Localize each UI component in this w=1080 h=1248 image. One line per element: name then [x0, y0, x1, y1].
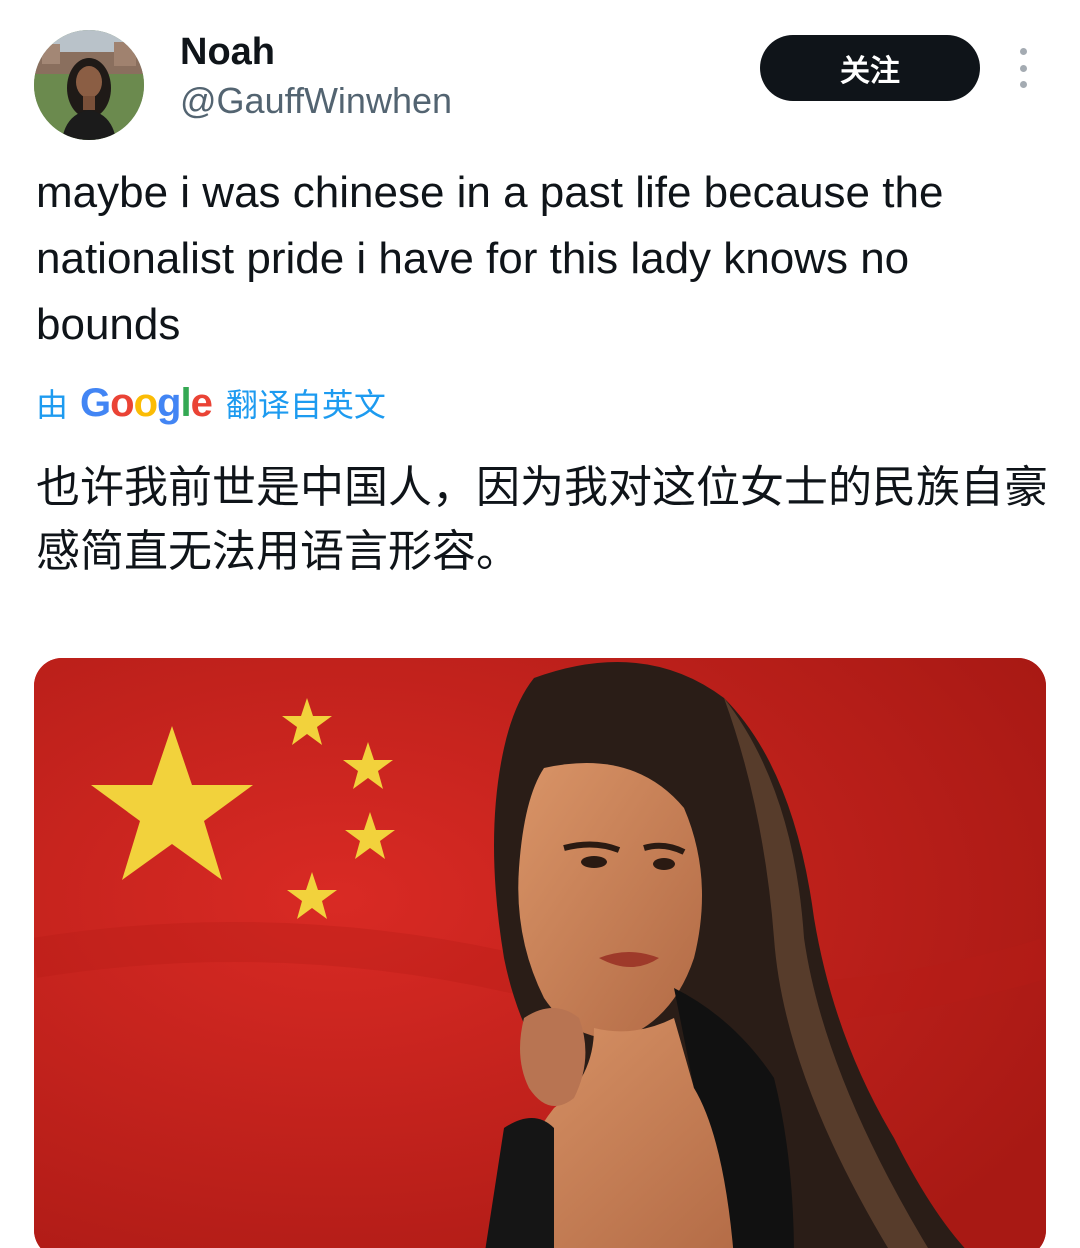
- follow-button[interactable]: 关注: [760, 35, 980, 101]
- avatar-image: [34, 30, 144, 140]
- translate-by-label: 由: [36, 386, 69, 424]
- more-vertical-icon[interactable]: [1008, 48, 1038, 88]
- tweet-media-image[interactable]: [34, 658, 1046, 1248]
- display-name[interactable]: Noah: [180, 30, 275, 74]
- dot-icon: [1019, 81, 1027, 88]
- translated-text: 也许我前世是中国人，因为我对这位女士的民族自豪感简直无法用语言形容。: [36, 462, 1048, 577]
- tweet-header: Noah @GauffWinwhen 关注: [0, 0, 1080, 150]
- translation-attribution[interactable]: 由 Google 翻译自英文: [36, 378, 386, 428]
- user-handle[interactable]: @GauffWinwhen: [180, 80, 452, 122]
- avatar[interactable]: [34, 30, 144, 140]
- flag-portrait-image: [34, 658, 1046, 1248]
- tweet-text: maybe i was chinese in a past life becau…: [36, 168, 944, 349]
- dot-icon: [1019, 48, 1027, 55]
- google-logo: Google: [80, 380, 213, 425]
- translate-label[interactable]: 翻译自英文: [226, 380, 386, 426]
- dot-icon: [1019, 64, 1027, 72]
